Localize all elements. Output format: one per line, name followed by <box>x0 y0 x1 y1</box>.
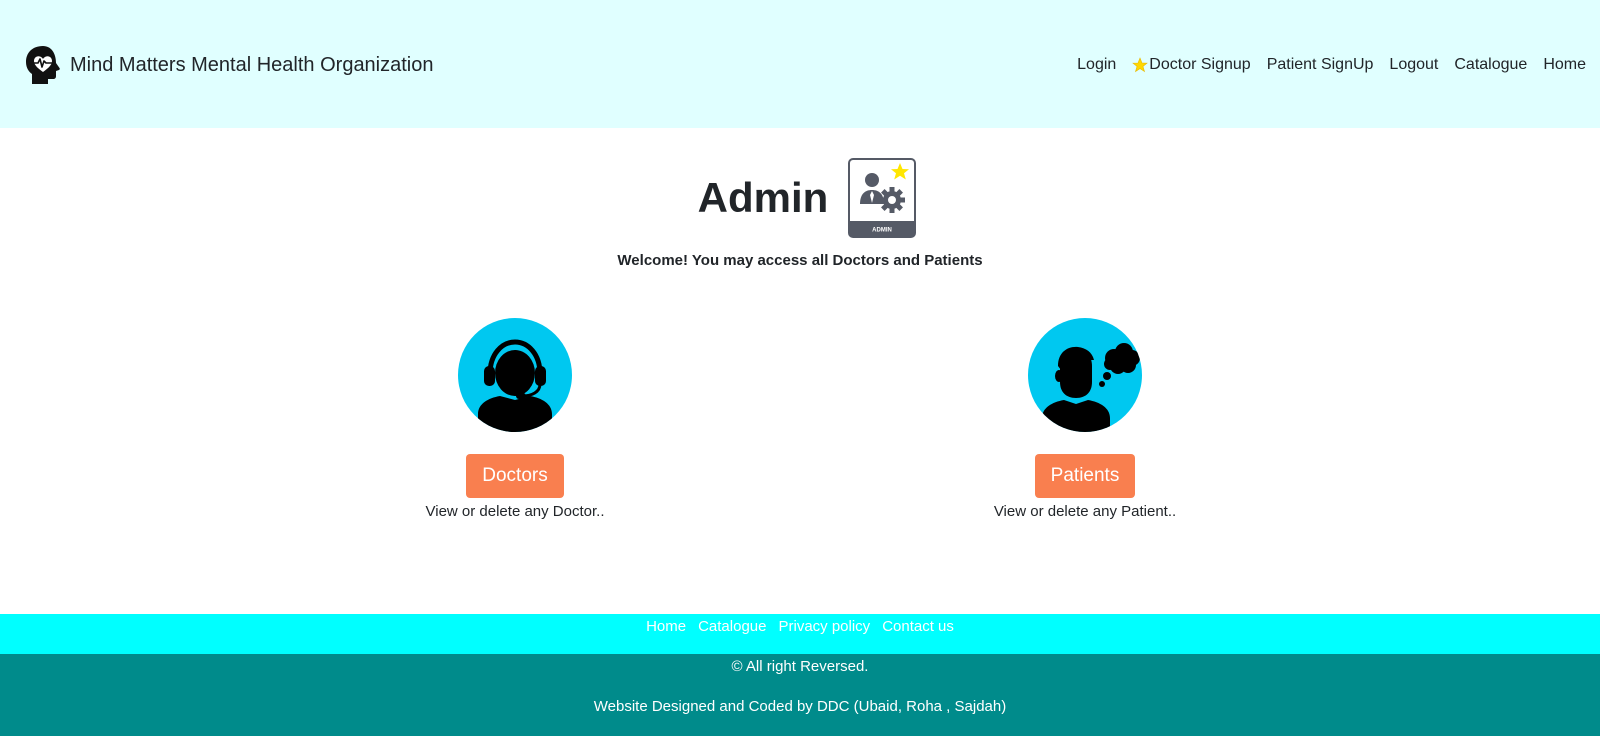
footer-link-home[interactable]: Home <box>646 618 686 635</box>
doctors-description: View or delete any Doctor.. <box>425 503 605 520</box>
brand-link[interactable]: Mind Matters Mental Health Organization <box>24 44 434 86</box>
star-icon <box>1132 57 1149 73</box>
footer-links: Home Catalogue Privacy policy Contact us <box>0 614 1600 654</box>
doctors-card: Doctors View or delete any Doctor.. <box>365 318 665 520</box>
doctors-circle <box>458 318 572 432</box>
credits-text: Website Designed and Coded by DDC (Ubaid… <box>593 698 1007 715</box>
nav-login[interactable]: Login <box>1077 56 1116 74</box>
patients-card: Patients View or delete any Patient.. <box>935 318 1235 520</box>
nav-menu: Login Doctor Signup Patient SignUp Logou… <box>1061 56 1586 74</box>
patients-button[interactable]: Patients <box>1034 454 1136 498</box>
brand-name: Mind Matters Mental Health Organization <box>70 53 434 76</box>
admin-badge-icon: ADMIN <box>848 158 917 238</box>
nav-doctor-signup-label: Doctor Signup <box>1149 56 1251 73</box>
nav-home-label: Home <box>1543 56 1586 73</box>
doctor-headset-icon <box>478 339 552 432</box>
nav-catalogue-label: Catalogue <box>1454 56 1528 73</box>
nav-login-label: Login <box>1077 56 1117 73</box>
patients-description: View or delete any Patient.. <box>993 503 1177 520</box>
welcome-message: Welcome! You may access all Doctors and … <box>617 252 983 269</box>
nav-logout-label: Logout <box>1389 56 1439 73</box>
patient-thinking-icon <box>1042 343 1140 432</box>
main-content: Admin ADMIN Welcome! You may access all … <box>0 128 1600 614</box>
nav-logout[interactable]: Logout <box>1389 56 1438 74</box>
head-heartbeat-icon <box>26 46 60 84</box>
admin-badge-label: ADMIN <box>872 228 892 234</box>
footer-link-catalogue[interactable]: Catalogue <box>698 618 766 635</box>
admin-heading: Admin ADMIN <box>0 158 1600 238</box>
nav-patient-signup-label: Patient SignUp <box>1266 56 1374 73</box>
footer-link-contact-us[interactable]: Contact us <box>882 618 954 635</box>
nav-home[interactable]: Home <box>1543 56 1586 74</box>
nav-doctor-signup[interactable]: Doctor Signup <box>1132 56 1251 74</box>
footer-link-privacy-policy[interactable]: Privacy policy <box>778 618 870 635</box>
nav-catalogue[interactable]: Catalogue <box>1454 56 1527 74</box>
page-title: Admin <box>697 174 829 221</box>
navbar: Mind Matters Mental Health Organization … <box>0 0 1600 128</box>
nav-patient-signup[interactable]: Patient SignUp <box>1267 56 1374 74</box>
patients-circle <box>1028 318 1142 432</box>
copyright-text: © All right Reversed. <box>731 658 869 675</box>
footer-bottom: © All right Reversed. Website Designed a… <box>0 654 1600 736</box>
doctors-button[interactable]: Doctors <box>466 454 564 498</box>
